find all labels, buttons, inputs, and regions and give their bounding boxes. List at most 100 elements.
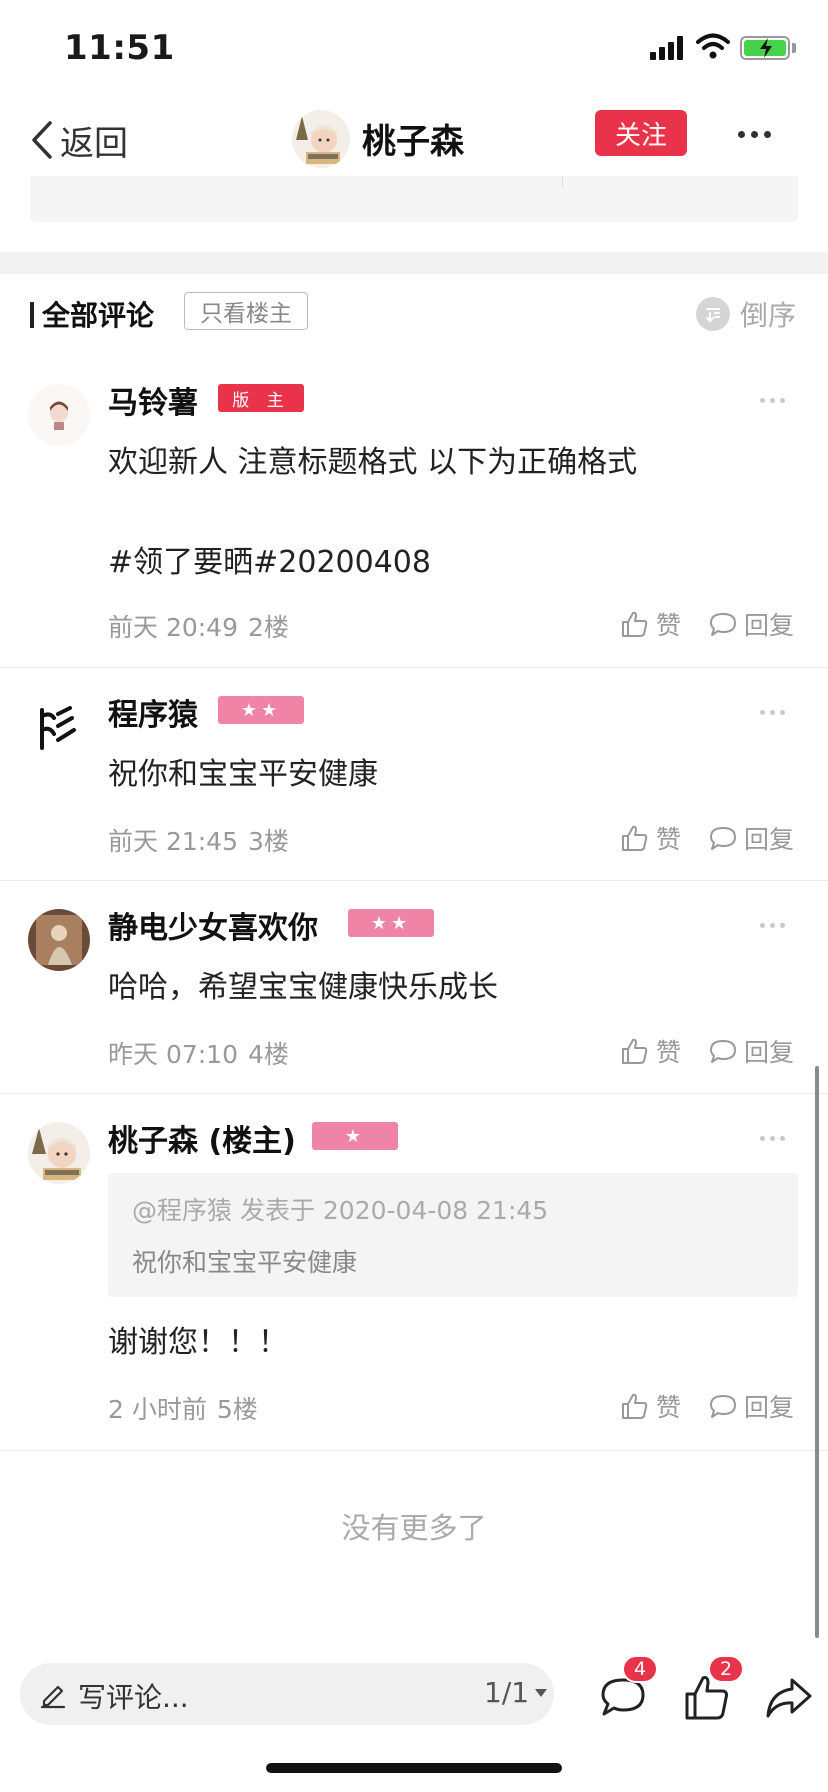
comment-more-button[interactable] bbox=[760, 708, 788, 716]
comment-item: 桃子森 (楼主) ★ @程序猿 发表于 2020-04-08 21:45 祝你和… bbox=[0, 1094, 828, 1451]
like-label: 赞 bbox=[656, 611, 682, 640]
thumbs-up-icon bbox=[622, 611, 648, 637]
comment-item: 静电少女喜欢你 ★★ 哈哈，希望宝宝健康快乐成长 昨天 07:10 4楼 赞 回… bbox=[0, 881, 828, 1094]
comment-floor: 2楼 bbox=[248, 613, 289, 642]
comment-time: 前天 20:49 bbox=[108, 613, 238, 642]
home-indicator[interactable] bbox=[266, 1763, 562, 1773]
commenter-name[interactable]: 桃子森 (楼主) bbox=[108, 1116, 296, 1160]
quote-header: @程序猿 发表于 2020-04-08 21:45 bbox=[132, 1196, 549, 1225]
moderator-badge: 版 主 bbox=[218, 384, 304, 412]
comment-floor: 3楼 bbox=[248, 827, 289, 856]
sort-icon bbox=[696, 297, 730, 331]
reply-button[interactable]: 回复 bbox=[708, 1033, 794, 1069]
like-label: 赞 bbox=[656, 1393, 682, 1422]
commenter-avatar[interactable] bbox=[28, 909, 90, 971]
scrollbar[interactable] bbox=[815, 1066, 819, 1638]
sort-order-button[interactable]: 倒序 bbox=[696, 294, 796, 334]
comment-time: 昨天 07:10 bbox=[108, 1040, 238, 1069]
level-badge: ★ bbox=[312, 1122, 398, 1150]
comment-time: 2 小时前 bbox=[108, 1395, 207, 1424]
comment-item: 马铃薯 版 主 欢迎新人 注意标题格式 以下为正确格式 #领了要晒#202004… bbox=[0, 354, 828, 668]
comment-meta: 2 小时前 5楼 bbox=[108, 1390, 258, 1426]
speech-bubble-icon bbox=[710, 613, 736, 636]
nav-title: 桃子森 bbox=[362, 122, 464, 162]
comment-time: 前天 21:45 bbox=[108, 827, 238, 856]
quoted-comment[interactable]: @程序猿 发表于 2020-04-08 21:45 祝你和宝宝平安健康 bbox=[108, 1173, 798, 1297]
write-comment-input[interactable]: 写评论... 1/1 bbox=[20, 1663, 554, 1725]
commenter-avatar[interactable] bbox=[28, 696, 90, 758]
quote-text: 祝你和宝宝平安健康 bbox=[132, 1248, 358, 1277]
reply-label: 回复 bbox=[744, 1393, 795, 1422]
level-badge: ★★ bbox=[348, 909, 434, 937]
nav-bar: 返回 桃子森 关注 bbox=[0, 96, 828, 186]
battery-cap bbox=[792, 43, 796, 53]
speech-bubble-icon bbox=[710, 1040, 736, 1063]
section-marker bbox=[30, 302, 34, 328]
share-icon[interactable] bbox=[764, 1672, 814, 1722]
like-button[interactable]: 赞 bbox=[620, 820, 681, 856]
post-comments-page: 11:51 返回 桃子森 关注 全部评论 只看楼主 倒序 马铃薯 版 主 欢迎新… bbox=[0, 0, 828, 1792]
commenter-avatar[interactable] bbox=[28, 1122, 90, 1184]
like-button[interactable]: 赞 bbox=[620, 1033, 681, 1069]
comments-header: 全部评论 只看楼主 倒序 bbox=[0, 274, 828, 354]
comment-count-badge: 4 bbox=[622, 1655, 658, 1683]
page-indicator-text: 1/1 bbox=[484, 1676, 530, 1709]
comment-more-button[interactable] bbox=[760, 1134, 788, 1142]
sort-label: 倒序 bbox=[740, 299, 797, 332]
cellular-signal-icon bbox=[650, 36, 686, 60]
no-more-text: 没有更多了 bbox=[341, 1511, 487, 1545]
reply-label: 回复 bbox=[744, 825, 795, 854]
wifi-icon bbox=[696, 33, 730, 59]
commenter-avatar[interactable] bbox=[28, 384, 90, 446]
status-time: 11:51 bbox=[64, 28, 175, 68]
reply-label: 回复 bbox=[744, 1038, 795, 1067]
commenter-name[interactable]: 马铃薯 bbox=[108, 378, 198, 422]
comment-text: 祝你和宝宝平安健康 bbox=[108, 757, 378, 792]
like-button[interactable]: 赞 bbox=[620, 1388, 681, 1424]
follow-button[interactable]: 关注 bbox=[595, 110, 687, 156]
reply-button[interactable]: 回复 bbox=[708, 1388, 794, 1424]
comment-more-button[interactable] bbox=[760, 396, 788, 404]
page-selector[interactable]: 1/1 bbox=[484, 1676, 548, 1709]
comment-text: 哈哈，希望宝宝健康快乐成长 bbox=[108, 970, 498, 1005]
author-avatar[interactable] bbox=[292, 110, 350, 168]
comment-meta: 昨天 07:10 4楼 bbox=[108, 1035, 289, 1071]
status-bar: 11:51 bbox=[0, 0, 828, 96]
comment-floor: 5楼 bbox=[216, 1395, 258, 1424]
speech-bubble-icon bbox=[710, 827, 736, 850]
caret-down-icon bbox=[535, 1688, 548, 1697]
level-badge: ★★ bbox=[218, 696, 304, 724]
like-button[interactable]: 赞 bbox=[620, 606, 681, 642]
comment-item: 程序猿 ★★ 祝你和宝宝平安健康 前天 21:45 3楼 赞 回复 bbox=[0, 668, 828, 881]
comment-more-button[interactable] bbox=[760, 921, 788, 929]
like-label: 赞 bbox=[656, 1038, 682, 1067]
commenter-name[interactable]: 程序猿 bbox=[108, 690, 198, 734]
section-divider bbox=[0, 252, 828, 274]
thumbs-up-icon bbox=[622, 1038, 648, 1064]
back-button[interactable]: 返回 bbox=[28, 110, 128, 170]
write-comment-placeholder: 写评论... bbox=[78, 1681, 189, 1714]
pencil-icon bbox=[40, 1685, 66, 1709]
only-op-button[interactable]: 只看楼主 bbox=[184, 292, 308, 330]
comment-floor: 4楼 bbox=[248, 1040, 289, 1069]
comment-text: 欢迎新人 注意标题格式 以下为正确格式 #领了要晒#20200408 bbox=[108, 445, 638, 580]
speech-bubble-icon bbox=[710, 1395, 736, 1418]
comments-title: 全部评论 bbox=[42, 299, 155, 332]
comment-meta: 前天 20:49 2楼 bbox=[108, 608, 289, 644]
more-options-button[interactable] bbox=[738, 126, 778, 142]
like-label: 赞 bbox=[656, 825, 682, 854]
reply-label: 回复 bbox=[744, 611, 795, 640]
like-count-badge: 2 bbox=[708, 1655, 744, 1683]
reply-button[interactable]: 回复 bbox=[708, 820, 794, 856]
comment-meta: 前天 21:45 3楼 bbox=[108, 822, 289, 858]
post-card-bottom bbox=[30, 176, 798, 222]
comment-text: 谢谢您！！！ bbox=[108, 1325, 288, 1360]
chevron-left-icon bbox=[32, 121, 52, 159]
charging-bolt-icon bbox=[760, 38, 772, 58]
commenter-name[interactable]: 静电少女喜欢你 bbox=[108, 903, 318, 947]
card-divider bbox=[562, 176, 563, 188]
back-label: 返回 bbox=[60, 123, 128, 164]
thumbs-up-icon bbox=[622, 1393, 648, 1419]
thumbs-up-icon bbox=[622, 825, 648, 851]
reply-button[interactable]: 回复 bbox=[708, 606, 794, 642]
